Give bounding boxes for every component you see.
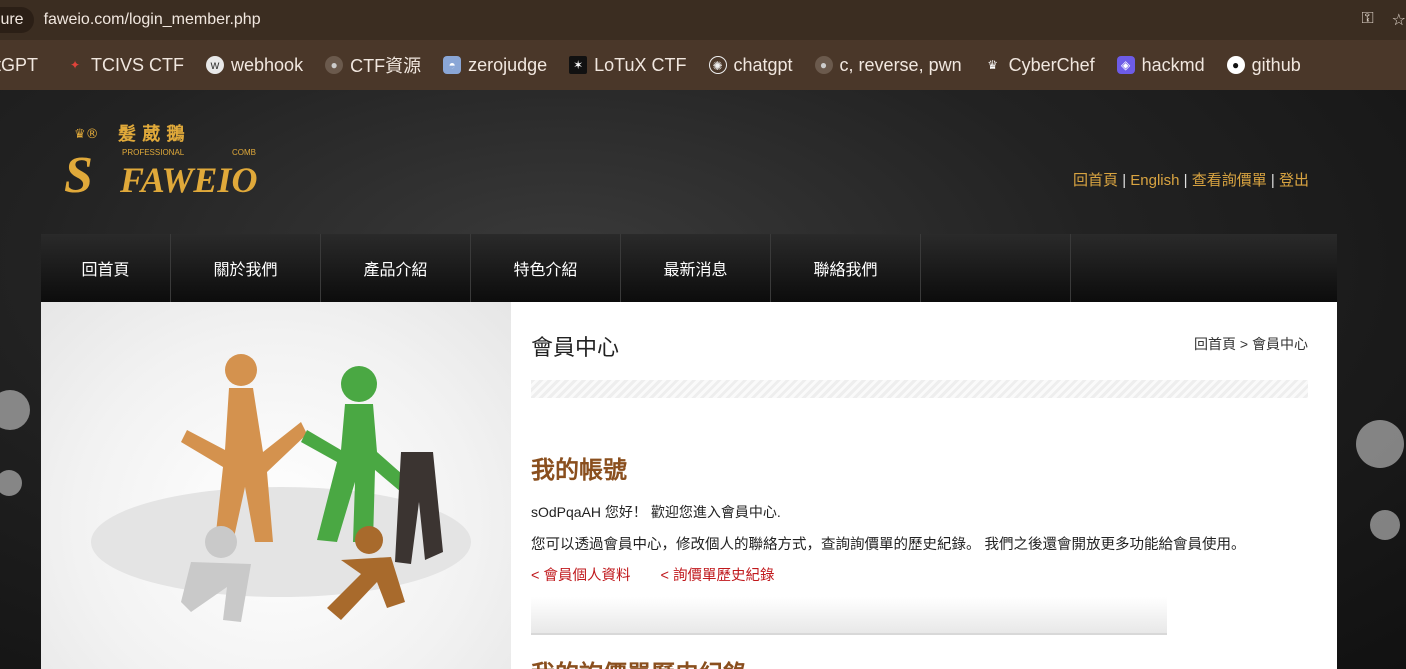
key-icon[interactable]: ⚿ [1361, 10, 1373, 30]
github-icon: ● [325, 56, 344, 74]
bookmark-ctf-resources[interactable]: ● CTF資源 [325, 52, 421, 78]
zerojudge-icon: ◓ [443, 56, 462, 74]
bookmark-webhook[interactable]: w webhook [206, 55, 303, 76]
svg-text:髮 葳 鵝: 髮 葳 鵝 [118, 123, 185, 145]
inquiry-history-link[interactable]: < 詢價單歷史紀錄 [661, 564, 775, 585]
bookmarks-bar: tGPT ✦ TCIVS CTF w webhook ● CTF資源 ◓ zerojud… [0, 40, 1406, 90]
top-link-inquiry[interactable]: 查看詢價單 [1192, 172, 1267, 189]
bookmark-github[interactable]: ● github [1226, 55, 1301, 76]
nav-home[interactable]: 回首頁 [41, 234, 171, 302]
main-nav: 回首頁 關於我們 產品介紹 特色介紹 最新消息 聯絡我們 [41, 234, 1337, 302]
section-shadow-divider [531, 597, 1167, 635]
bookmark-lotux-ctf[interactable]: ✶ LoTuX CTF [569, 55, 687, 76]
nav-contact[interactable]: 聯絡我們 [771, 234, 921, 302]
site-info-chip[interactable]: ure [0, 7, 34, 33]
lotux-icon: ✶ [569, 56, 588, 74]
bookmark-zerojudge[interactable]: ◓ zerojudge [443, 55, 547, 76]
paper-people-image [41, 302, 511, 669]
github-icon: ● [1226, 56, 1245, 74]
my-account-heading: 我的帳號 [531, 457, 627, 484]
site-logo[interactable]: ♛® 髮 葳 鵝 PROFESSIONAL COMB S FAWEIO [64, 120, 284, 210]
member-links: < 會員個人資料 < 詢價單歷史紀錄 [531, 564, 775, 585]
browser-url-bar[interactable]: ure faweio.com/login_member.php ⚿ ☆ [0, 0, 1406, 40]
bookmark-chatgpt[interactable]: ✺ chatgpt [708, 55, 793, 76]
nav-about[interactable]: 關於我們 [171, 234, 321, 302]
inquiry-history-heading: 我的詢價單歷史紀錄 [531, 654, 747, 669]
top-link-home[interactable]: 回首頁 [1073, 172, 1118, 189]
bookmark-chatgpt-partial[interactable]: tGPT [0, 55, 38, 76]
bokeh-light [1356, 420, 1404, 468]
flag-icon: ✦ [69, 58, 81, 72]
hackmd-icon: ◈ [1116, 56, 1135, 74]
webhook-icon: w [206, 56, 225, 74]
top-link-english[interactable]: English [1130, 172, 1179, 189]
breadcrumb[interactable]: 回首頁 > 會員中心 [1194, 334, 1308, 354]
content-panel: 會員中心 回首頁 > 會員中心 我的帳號 sOdPqaAH 您好！ 歡迎您進入會… [41, 302, 1337, 669]
website-area: ♛® 髮 葳 鵝 PROFESSIONAL COMB S FAWEIO 回首頁 … [0, 90, 1406, 669]
openai-icon: ✺ [708, 56, 727, 74]
page-title: 會員中心 [531, 335, 620, 360]
title-divider [531, 380, 1308, 398]
github-icon: ● [814, 56, 833, 74]
svg-text:PROFESSIONAL: PROFESSIONAL [122, 148, 185, 157]
bokeh-light [1370, 510, 1400, 540]
description-text: 您可以透過會員中心，修改個人的聯絡方式，查詢詢價單的歷史紀錄。 我們之後還會開放… [531, 537, 1246, 553]
member-profile-link[interactable]: < 會員個人資料 [531, 564, 631, 585]
svg-text:FAWEIO: FAWEIO [119, 160, 257, 200]
nav-empty-slot [921, 234, 1071, 302]
chef-hat-icon: ♛ [987, 58, 998, 72]
bookmark-cyberchef[interactable]: ♛ CyberChef [984, 55, 1094, 76]
svg-text:S: S [64, 147, 93, 204]
bookmark-hackmd[interactable]: ◈ hackmd [1116, 55, 1205, 76]
nav-products[interactable]: 產品介紹 [321, 234, 471, 302]
svg-text:♛®: ♛® [74, 127, 99, 142]
bookmark-c-reverse-pwn[interactable]: ● c, reverse, pwn [814, 55, 962, 76]
url-text[interactable]: faweio.com/login_member.php [44, 11, 261, 29]
nav-news[interactable]: 最新消息 [621, 234, 771, 302]
bokeh-light [0, 390, 30, 430]
welcome-text: sOdPqaAH 您好！ 歡迎您進入會員中心. [531, 504, 781, 520]
bokeh-light [0, 470, 22, 496]
bookmark-tcivs-ctf[interactable]: ✦ TCIVS CTF [66, 55, 184, 76]
top-link-logout[interactable]: 登出 [1279, 172, 1309, 189]
nav-features[interactable]: 特色介紹 [471, 234, 621, 302]
top-links: 回首頁 | English | 查看詢價單 | 登出 [1073, 172, 1309, 189]
svg-text:COMB: COMB [232, 148, 256, 157]
star-icon[interactable]: ☆ [1392, 10, 1406, 30]
